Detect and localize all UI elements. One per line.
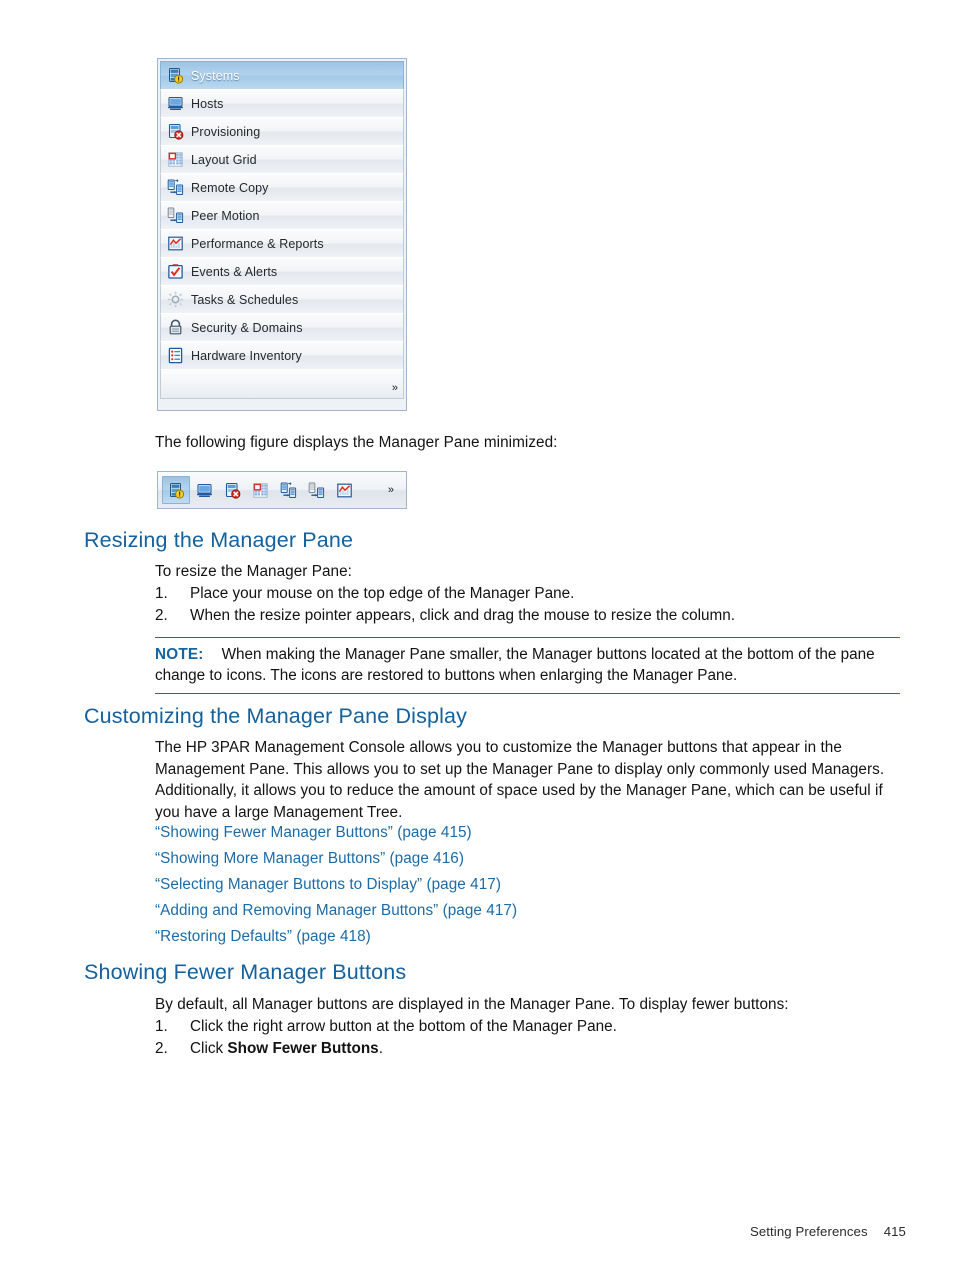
manager-pane-item-remote-copy[interactable]: Remote Copy — [160, 173, 404, 202]
manager-pane-item-label: Layout Grid — [191, 152, 257, 167]
list-item: 1. Click the right arrow button at the b… — [155, 1016, 617, 1038]
minimized-systems-button[interactable] — [162, 476, 190, 504]
manager-pane-item-label: Hosts — [191, 96, 224, 111]
performance-reports-icon — [336, 482, 353, 499]
provisioning-icon — [224, 482, 241, 499]
step-number: 2. — [155, 607, 168, 624]
hosts-icon — [167, 95, 184, 112]
list-item: 2. Click Show Fewer Buttons. — [155, 1038, 617, 1060]
customizing-paragraph: The HP 3PAR Management Console allows yo… — [155, 739, 885, 821]
manager-pane-item-label: Security & Domains — [191, 320, 303, 335]
manager-pane-item-label: Tasks & Schedules — [191, 292, 299, 307]
intro-paragraph: The following figure displays the Manage… — [155, 434, 558, 451]
related-topics-links: “Showing Fewer Manager Buttons” (page 41… — [155, 820, 517, 950]
heading-resizing-the-manager-pane: Resizing the Manager Pane — [84, 528, 354, 552]
manager-pane-item-tasks-schedules[interactable]: Tasks & Schedules — [160, 285, 404, 314]
manager-pane-item-security-domains[interactable]: Security & Domains — [160, 313, 404, 342]
minimized-layout-grid-button[interactable] — [246, 476, 274, 504]
note-block: NOTE: When making the Manager Pane smalle… — [155, 637, 900, 694]
remote-copy-icon — [280, 481, 297, 499]
manager-pane-item-hardware-inventory[interactable]: Hardware Inventory — [160, 341, 404, 370]
expand-chevron-icon[interactable]: » — [388, 484, 394, 496]
tasks-schedules-icon — [167, 291, 184, 308]
systems-icon — [168, 482, 185, 499]
manager-pane-item-layout-grid[interactable]: Layout Grid — [160, 145, 404, 174]
manager-pane-item-label: Provisioning — [191, 124, 261, 139]
layout-grid-icon — [252, 482, 269, 499]
resizing-lead-text: To resize the Manager Pane: — [155, 563, 352, 580]
manager-pane-item-label: Peer Motion — [191, 208, 260, 223]
showing-fewer-lead-text: By default, all Manager buttons are disp… — [155, 996, 789, 1013]
manager-pane-item-events-alerts[interactable]: Events & Alerts — [160, 257, 404, 286]
manager-pane-item-label: Events & Alerts — [191, 264, 278, 279]
manager-pane-item-hosts[interactable]: Hosts — [160, 89, 404, 118]
manager-pane-item-performance-reports[interactable]: Performance & Reports — [160, 229, 404, 258]
list-item: 2. When the resize pointer appears, clic… — [155, 605, 735, 627]
link-showing-more-manager-buttons[interactable]: “Showing More Manager Buttons” (page 416… — [155, 846, 517, 872]
step-text: Place your mouse on the top edge of the … — [190, 585, 575, 602]
resizing-steps-list: 1. Place your mouse on the top edge of t… — [155, 583, 735, 627]
manager-pane-item-systems[interactable]: Systems — [160, 61, 404, 90]
expand-chevron-icon[interactable]: » — [392, 383, 398, 394]
manager-pane-footer-bar: » — [160, 369, 404, 399]
step-text-prefix: Click — [190, 1040, 228, 1057]
link-restoring-defaults[interactable]: “Restoring Defaults” (page 418) — [155, 924, 517, 950]
peer-motion-icon — [167, 207, 184, 224]
manager-pane-item-peer-motion[interactable]: Peer Motion — [160, 201, 404, 230]
manager-pane-item-label: Systems — [191, 68, 240, 83]
hosts-icon — [196, 482, 213, 499]
footer-page-number: 415 — [883, 1224, 906, 1239]
provisioning-icon — [167, 123, 184, 140]
manager-pane-item-provisioning[interactable]: Provisioning — [160, 117, 404, 146]
page-footer: Setting Preferences 415 — [0, 1224, 954, 1239]
step-text-suffix: . — [378, 1040, 383, 1057]
manager-pane-item-label: Performance & Reports — [191, 236, 324, 251]
remote-copy-icon — [167, 179, 184, 196]
minimized-peer-motion-button[interactable] — [302, 476, 330, 504]
minimized-provisioning-button[interactable] — [218, 476, 246, 504]
layout-grid-icon — [167, 151, 184, 168]
peer-motion-icon — [308, 482, 325, 499]
step-number: 1. — [155, 1018, 168, 1035]
step-text: When the resize pointer appears, click a… — [190, 607, 736, 624]
note-text-wrapper: NOTE: When making the Manager Pane smalle… — [155, 644, 900, 686]
footer-chapter: Setting Preferences — [749, 1224, 868, 1239]
performance-reports-icon — [167, 235, 184, 252]
step-number: 1. — [155, 585, 168, 602]
manager-pane-minimized-figure: » — [157, 471, 407, 509]
note-text: When making the Manager Pane smaller, th… — [155, 646, 875, 684]
heading-showing-fewer-manager-buttons: Showing Fewer Manager Buttons — [84, 960, 407, 984]
minimized-performance-reports-button[interactable] — [330, 476, 358, 504]
note-label: NOTE: — [155, 646, 204, 663]
link-showing-fewer-manager-buttons[interactable]: “Showing Fewer Manager Buttons” (page 41… — [155, 820, 517, 846]
hardware-inventory-icon — [167, 347, 184, 364]
step-text-bold: Show Fewer Buttons — [227, 1040, 379, 1057]
list-item: 1. Place your mouse on the top edge of t… — [155, 583, 735, 605]
minimized-hosts-button[interactable] — [190, 476, 218, 504]
step-text: Click the right arrow button at the bott… — [190, 1018, 617, 1035]
security-domains-icon — [167, 319, 184, 336]
link-selecting-manager-buttons-to-display[interactable]: “Selecting Manager Buttons to Display” (… — [155, 872, 517, 898]
events-alerts-icon — [167, 263, 184, 280]
step-number: 2. — [155, 1040, 168, 1057]
showing-fewer-steps-list: 1. Click the right arrow button at the b… — [155, 1016, 617, 1060]
heading-customizing-the-manager-pane-display: Customizing the Manager Pane Display — [84, 704, 468, 728]
document-page: Systems Hosts Provisioning Layout Grid R… — [0, 0, 954, 1271]
minimized-remote-copy-button[interactable] — [274, 476, 302, 504]
manager-pane-figure: Systems Hosts Provisioning Layout Grid R… — [157, 58, 407, 411]
systems-icon — [167, 67, 184, 84]
link-adding-and-removing-manager-buttons[interactable]: “Adding and Removing Manager Buttons” (p… — [155, 898, 517, 924]
manager-pane-item-label: Hardware Inventory — [191, 348, 302, 363]
manager-pane-item-label: Remote Copy — [191, 180, 269, 195]
